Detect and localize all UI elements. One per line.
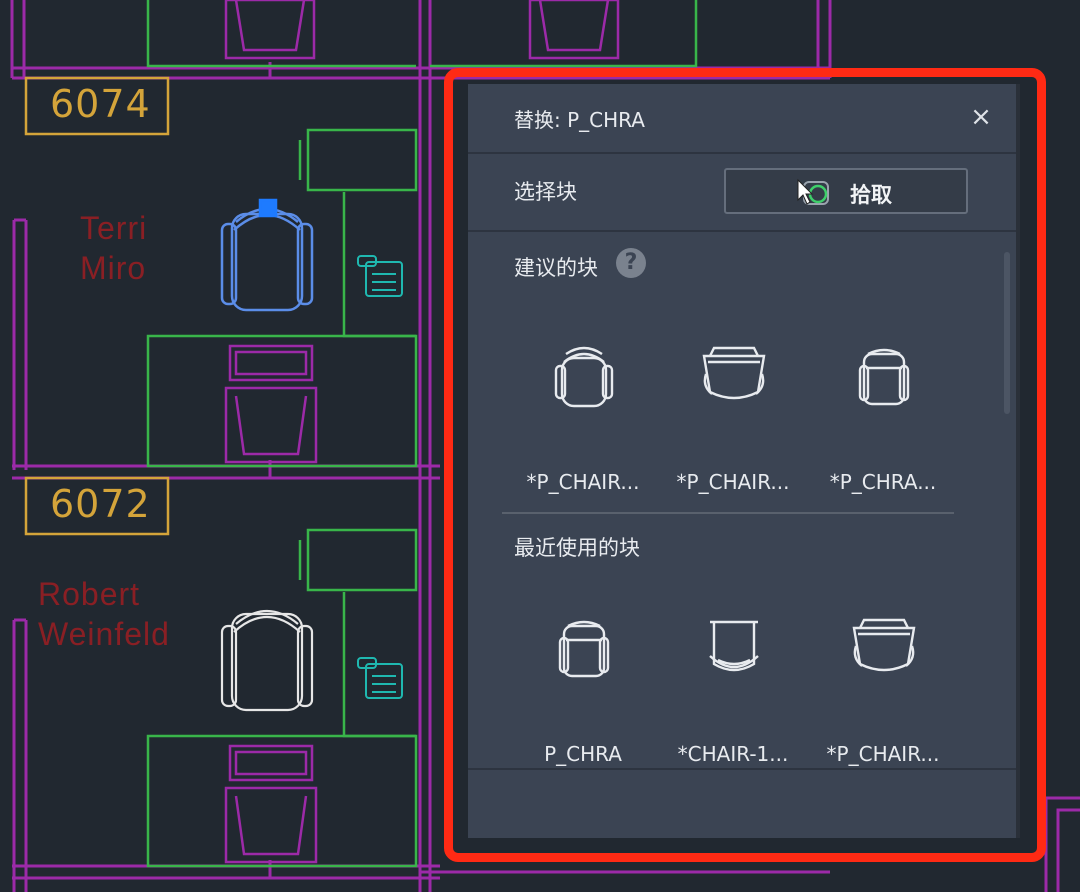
chair-square-icon bbox=[858, 348, 910, 406]
select-block-label: 选择块 bbox=[514, 180, 577, 204]
recent-blocks-heading: 最近使用的块 bbox=[514, 536, 640, 560]
suggested-block-tile[interactable]: *P_CHRA... bbox=[808, 330, 958, 520]
room-number-6074: 6074 bbox=[50, 82, 151, 126]
occupant-name: Terri Miro bbox=[80, 210, 148, 286]
occupant-name: Robert Weinfeld bbox=[38, 576, 170, 652]
divider bbox=[468, 768, 1016, 770]
recent-block-tile[interactable]: *P_CHAIR... bbox=[808, 602, 958, 792]
chair-cup-icon bbox=[709, 620, 759, 672]
close-icon[interactable]: × bbox=[966, 102, 996, 132]
selected-chair[interactable] bbox=[220, 198, 314, 312]
recent-block-tile[interactable]: P_CHRA bbox=[508, 602, 658, 792]
chair-wide-icon bbox=[852, 618, 916, 672]
divider bbox=[502, 512, 954, 514]
palette-header: 替换: P_CHRA × bbox=[468, 84, 1016, 154]
chair[interactable] bbox=[220, 610, 314, 712]
block-name: *P_CHAIR... bbox=[526, 470, 640, 494]
pick-button[interactable]: 拾取 bbox=[724, 168, 968, 214]
recent-block-tile[interactable]: *CHAIR-1... bbox=[658, 602, 808, 792]
chair-wide-icon bbox=[702, 346, 766, 400]
pick-button-label: 拾取 bbox=[850, 183, 892, 207]
palette-edge bbox=[1016, 84, 1020, 838]
chair-square-icon bbox=[558, 620, 610, 678]
block-name: *P_CHAIR... bbox=[826, 742, 940, 766]
chair-round-icon bbox=[554, 346, 614, 408]
palette-title: 替换: P_CHRA bbox=[514, 108, 645, 132]
divider bbox=[468, 230, 1016, 232]
suggested-block-tile[interactable]: *P_CHAIR... bbox=[658, 330, 808, 520]
block-name: P_CHRA bbox=[544, 742, 622, 766]
replace-block-palette: 替换: P_CHRA × 选择块 拾取 建议的块 ? *P_CHAIR... *… bbox=[468, 84, 1016, 838]
suggested-blocks-heading: 建议的块 bbox=[514, 256, 598, 280]
block-name: *P_CHRA... bbox=[829, 470, 937, 494]
block-name: *CHAIR-1... bbox=[677, 742, 789, 766]
room-number-6072: 6072 bbox=[50, 482, 151, 526]
pick-point-icon bbox=[797, 178, 829, 205]
block-name: *P_CHAIR... bbox=[676, 470, 790, 494]
palette-scrollbar[interactable] bbox=[1004, 252, 1010, 414]
suggested-block-tile[interactable]: *P_CHAIR... bbox=[508, 330, 658, 520]
cad-drawing-area[interactable]: 6074 Terri Miro 6072 Robert Weinfeld 替换:… bbox=[0, 0, 1080, 892]
help-icon[interactable]: ? bbox=[616, 248, 646, 278]
